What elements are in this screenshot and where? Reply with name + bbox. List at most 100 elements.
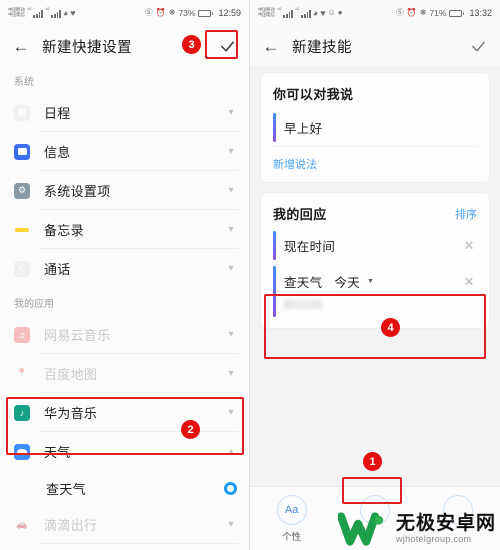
chevron-down-icon[interactable]: ▾ bbox=[225, 407, 237, 418]
toolbar-item-personality[interactable]: Aa 个性 bbox=[261, 495, 323, 543]
chevron-down-icon[interactable]: ▾ bbox=[225, 224, 237, 235]
signal-bars-1-icon bbox=[33, 9, 43, 18]
list-item-label: 百度地图 bbox=[44, 367, 98, 382]
status-right-group: Ⓢ ⏰ ❋ 73% 12:59 bbox=[145, 8, 241, 18]
carrier-names: 中国移动 中国电信 bbox=[8, 8, 25, 17]
chevron-down-icon[interactable]: ▼ bbox=[367, 278, 374, 285]
carrier-names: 中国移动 中国电信 bbox=[258, 8, 275, 17]
annotation-badge-1: 1 bbox=[363, 452, 382, 471]
skill-header-row: 查天气 今天 ▼ ✕ bbox=[284, 272, 477, 291]
list-item-netease-music[interactable]: ♫ 网易云音乐 ▾ bbox=[0, 315, 249, 354]
settings-icon: ⚙ bbox=[14, 182, 30, 199]
alarm-icon: ⏰ bbox=[406, 8, 417, 17]
battery-percent: 73% bbox=[178, 8, 196, 18]
list-item-label: 日程 bbox=[44, 106, 71, 121]
back-arrow-icon[interactable]: ← bbox=[10, 35, 32, 57]
phrase-text: 早上好 bbox=[284, 122, 323, 136]
list-item-calendar[interactable]: 易 日程 ▾ bbox=[0, 93, 249, 132]
chevron-down-icon[interactable]: ▾ bbox=[225, 368, 237, 379]
response-entry-weather[interactable]: 查天气 今天 ▼ ✕ bbox=[273, 264, 477, 319]
memo-icon bbox=[14, 222, 30, 238]
signal-sup-2: ⁴ᴳ bbox=[44, 7, 50, 13]
chevron-down-icon[interactable]: ▾ bbox=[225, 329, 237, 340]
calendar-icon: 易 bbox=[14, 104, 30, 121]
chevron-down-icon[interactable]: ▾ bbox=[225, 185, 237, 196]
watermark-text: 无极安卓网 wjhotelgroup.com bbox=[396, 514, 496, 544]
signal-sup-1: ⁴ᴳ bbox=[26, 7, 32, 13]
shield-icon: ♥ bbox=[70, 7, 76, 18]
page-title: 新建快捷设置 bbox=[42, 39, 132, 56]
chevron-down-icon[interactable]: ▾ bbox=[225, 519, 237, 530]
weather-icon bbox=[14, 443, 30, 460]
status-bar-right: 中国移动 中国电信 ⁴ᴳ ⁴ᴳ ◕ ♥ ☺ ● Ⓢ ⏰ ❋ 71% 13:32 bbox=[250, 0, 500, 26]
bluetooth-icon: ❋ bbox=[419, 8, 427, 17]
list-item-label: 网易云音乐 bbox=[44, 328, 111, 343]
response-card-title: 我的回应 bbox=[273, 207, 327, 222]
close-icon[interactable]: ✕ bbox=[461, 275, 477, 288]
chevron-down-icon[interactable]: ▾ bbox=[225, 107, 237, 118]
status-clock: 12:59 bbox=[218, 8, 241, 18]
list-item-health[interactable]: ✚ 运动健康 ▾ bbox=[0, 544, 249, 550]
accent-bar bbox=[273, 266, 276, 317]
list-item-didi[interactable]: 🚗 滴滴出行 ▾ bbox=[0, 505, 249, 544]
signal-bars-2-icon bbox=[301, 9, 311, 18]
bluetooth-icon: ❋ bbox=[168, 8, 176, 17]
netease-music-icon: ♫ bbox=[14, 326, 30, 343]
response-entry-time[interactable]: 现在时间 ✕ bbox=[273, 227, 477, 264]
carrier-line-2: 中国电信 bbox=[258, 12, 275, 17]
watermark-title: 无极安卓网 bbox=[395, 513, 496, 535]
annotation-badge-2: 2 bbox=[181, 420, 200, 439]
watermark-url: wjhotelgroup.com bbox=[395, 533, 472, 544]
chat-icon: ● bbox=[337, 8, 343, 17]
settings-list[interactable]: 系统 易 日程 ▾ 信息 ▾ ⚙ 系统设置项 ▾ 备忘录 ▾ ✆ 通话 ▾ 我的… bbox=[0, 66, 249, 550]
sub-item-label: 查天气 bbox=[46, 481, 86, 497]
list-item-baidu-map[interactable]: 📍 百度地图 ▾ bbox=[0, 354, 249, 393]
app-bar-right: ← 新建技能 bbox=[250, 26, 500, 66]
list-item-check-weather[interactable]: 查天气 bbox=[0, 471, 249, 505]
list-item-label: 备忘录 bbox=[44, 223, 84, 238]
response-card-header: 我的回应 排序 bbox=[273, 204, 477, 223]
close-icon[interactable]: ✕ bbox=[461, 239, 477, 252]
skill-editor-body: 你可以对我说 早上好 新增说法 我的回应 排序 现在时间 ✕ 查天气 今天 ▼ … bbox=[250, 66, 500, 550]
list-item-label: 滴滴出行 bbox=[44, 518, 98, 533]
signal-sup-2: ⁴ᴳ bbox=[294, 7, 300, 13]
sort-link[interactable]: 排序 bbox=[455, 206, 477, 222]
list-item-label: 信息 bbox=[44, 145, 71, 160]
phrase-entry[interactable]: 早上好 bbox=[273, 109, 477, 147]
list-item-huawei-music[interactable]: ♪ 华为音乐 ▾ bbox=[0, 393, 249, 432]
huawei-music-icon: ♪ bbox=[14, 404, 30, 421]
skill-param[interactable]: 今天 bbox=[334, 272, 360, 291]
person-icon: ☺ bbox=[327, 8, 336, 17]
carrier-line-2: 中国电信 bbox=[8, 12, 25, 17]
didi-icon: 🚗 bbox=[16, 519, 28, 529]
list-item-call[interactable]: ✆ 通话 ▾ bbox=[0, 249, 249, 288]
group-header-system: 系统 bbox=[14, 77, 34, 88]
add-phrase-link[interactable]: 新增说法 bbox=[273, 159, 317, 171]
list-item-system-settings[interactable]: ⚙ 系统设置项 ▾ bbox=[0, 171, 249, 210]
confirm-check-button[interactable] bbox=[466, 34, 490, 58]
chevron-down-icon[interactable]: ▾ bbox=[225, 146, 237, 157]
say-to-me-card: 你可以对我说 早上好 新增说法 bbox=[260, 72, 490, 183]
chevron-up-icon[interactable]: ▴ bbox=[225, 446, 237, 457]
watermark-logo-icon bbox=[337, 512, 390, 546]
toolbar-item-label: 个性 bbox=[282, 532, 302, 543]
skill-name: 查天气 bbox=[284, 276, 323, 290]
text-style-icon[interactable]: Aa bbox=[276, 495, 307, 525]
left-phone-screen: 中国移动 中国电信 ⁴ᴳ ⁴ᴳ ◕ ♥ Ⓢ ⏰ ❋ 73% 12:59 ← 新建… bbox=[0, 0, 250, 550]
alarm-icon: ⏰ bbox=[155, 8, 166, 17]
confirm-check-button[interactable] bbox=[215, 34, 239, 58]
list-item-weather[interactable]: 天气 ▴ bbox=[0, 432, 249, 471]
wifi-icon: ◕ bbox=[312, 7, 319, 18]
battery-icon bbox=[198, 9, 214, 17]
accent-bar bbox=[273, 113, 276, 142]
list-item-memo[interactable]: 备忘录 ▾ bbox=[0, 210, 249, 249]
radio-selected-icon[interactable] bbox=[224, 481, 237, 495]
shield-icon: ♥ bbox=[320, 7, 326, 18]
dual-screenshot: 中国移动 中国电信 ⁴ᴳ ⁴ᴳ ◕ ♥ Ⓢ ⏰ ❋ 73% 12:59 ← 新建… bbox=[0, 0, 500, 550]
chevron-down-icon[interactable]: ▾ bbox=[225, 263, 237, 274]
wifi-icon: ◕ bbox=[62, 7, 69, 18]
response-entry-text: 现在时间 bbox=[284, 240, 336, 254]
list-item-messages[interactable]: 信息 ▾ bbox=[0, 132, 249, 171]
right-phone-screen: 中国移动 中国电信 ⁴ᴳ ⁴ᴳ ◕ ♥ ☺ ● Ⓢ ⏰ ❋ 71% 13:32 … bbox=[250, 0, 500, 550]
back-arrow-icon[interactable]: ← bbox=[260, 35, 282, 57]
